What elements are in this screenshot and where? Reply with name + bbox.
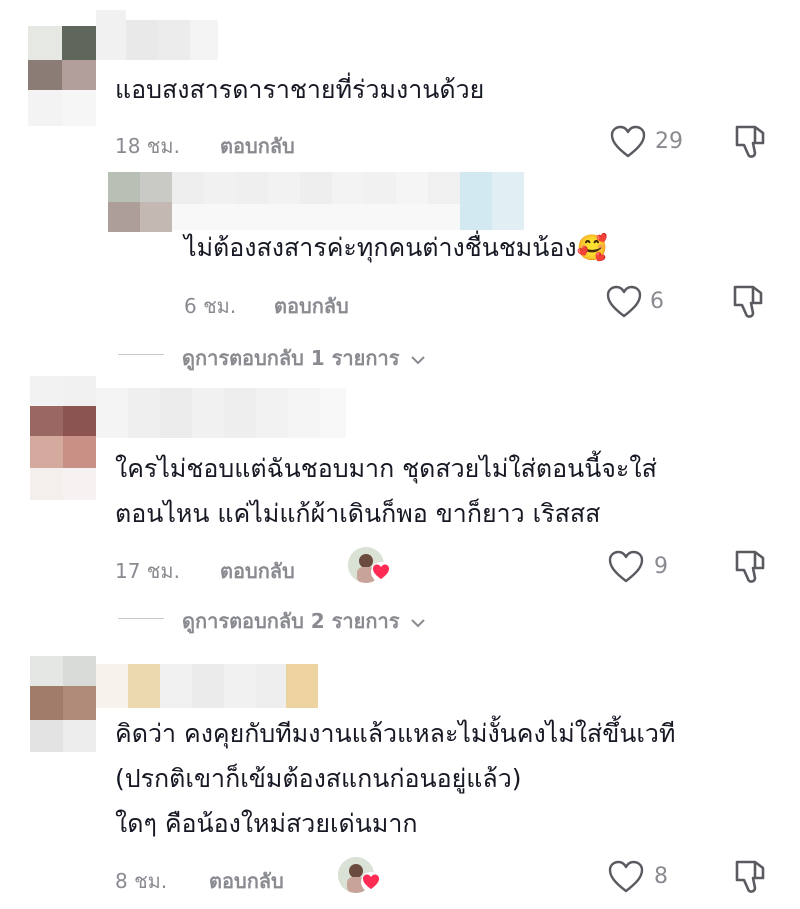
username-blurred[interactable] [96, 388, 346, 438]
like-count: 29 [655, 129, 683, 154]
comment-text-line-1: คิดว่า คงคุยกับทีมงานแล้วแหละไม่งั้นคงไม… [115, 719, 676, 748]
avatar[interactable] [30, 656, 96, 752]
comment-text-line-2: ตอนไหน แค่ไม่แก้ผ้าเดินก็พอ ขาก็ยาว เริส… [115, 499, 601, 528]
comment-text-line-2: (ปรกติเขาก็เข้มต้องสแกนก่อนอยู่แล้ว) [115, 764, 522, 793]
comment-text-line-3: ใดๆ คือน้องใหม่สวยเด่นมาก [115, 809, 418, 838]
view-replies-label: ดูการตอบกลับ 1 รายการ [182, 346, 400, 370]
creator-liked-badge [338, 857, 384, 897]
heart-badge-icon [370, 561, 392, 583]
like-count: 9 [654, 554, 668, 579]
comment-time: 17 ชม. [115, 559, 180, 583]
reply-button[interactable]: ตอบกลับ [209, 865, 284, 897]
reply-button[interactable]: ตอบกลับ [274, 290, 349, 322]
thumb-down-icon[interactable] [731, 283, 767, 321]
avatar[interactable] [28, 26, 96, 126]
thumb-down-icon[interactable] [733, 548, 769, 586]
heart-outline-icon[interactable] [610, 125, 646, 159]
comment-time: 8 ชม. [115, 869, 168, 893]
comment-time: 18 ชม. [115, 134, 180, 158]
reply-button[interactable]: ตอบกลับ [220, 555, 295, 587]
view-replies-button[interactable]: ดูการตอบกลับ 1 รายการ [182, 342, 426, 374]
username-blurred[interactable] [96, 10, 218, 60]
creator-liked-badge [348, 547, 394, 587]
heart-outline-icon[interactable] [608, 550, 644, 584]
view-replies-label: ดูการตอบกลับ 2 รายการ [182, 609, 400, 633]
thumb-down-icon[interactable] [733, 123, 769, 161]
avatar[interactable] [108, 172, 172, 232]
comment-text: แอบสงสารดาราชายที่ร่วมงานด้วย [115, 75, 485, 104]
heart-outline-icon[interactable] [606, 285, 642, 319]
username-blurred[interactable] [172, 172, 528, 230]
reply-button[interactable]: ตอบกลับ [220, 130, 295, 162]
avatar[interactable] [30, 376, 96, 500]
thumb-down-icon[interactable] [733, 858, 769, 896]
like-count: 6 [650, 289, 664, 314]
heart-badge-icon [360, 871, 382, 893]
heart-outline-icon[interactable] [608, 860, 644, 894]
comment-text-line-1: ใครไม่ชอบแต่ฉันชอบมาก ชุดสวยไม่ใส่ตอนนี้… [115, 454, 657, 483]
chevron-down-icon [410, 618, 426, 628]
comment-text: ไม่ต้องสงสารค่ะทุกคนต่างชื่นชมน้อง🥰 [184, 233, 608, 262]
username-blurred[interactable] [96, 664, 318, 708]
divider [118, 618, 164, 619]
divider [118, 354, 164, 355]
chevron-down-icon [410, 355, 426, 365]
view-replies-button[interactable]: ดูการตอบกลับ 2 รายการ [182, 605, 426, 637]
comment-time: 6 ชม. [184, 294, 237, 318]
like-count: 8 [654, 864, 668, 889]
